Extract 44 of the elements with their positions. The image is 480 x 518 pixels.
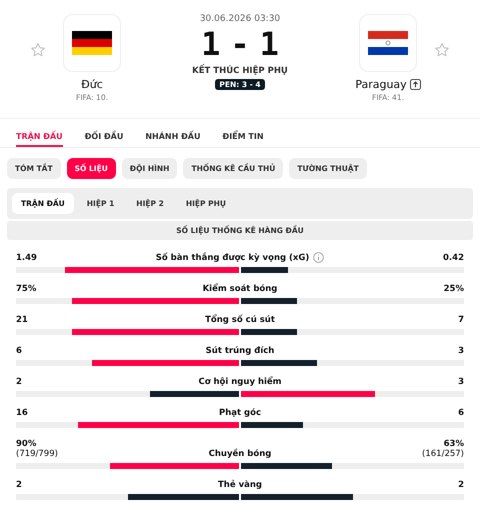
- stat-name: Chuyền bóng: [208, 449, 272, 459]
- stat-name: Thẻ vàng: [218, 480, 262, 490]
- stat-name: Phạt góc: [218, 408, 261, 418]
- tab[interactable]: ĐỐI ĐẦU: [84, 119, 124, 147]
- stat-name: Kiểm soát bóng: [202, 284, 278, 294]
- home-detail: (719/799): [16, 449, 59, 459]
- away-value: 7: [458, 315, 464, 325]
- away-value: 6: [458, 408, 464, 418]
- team-name[interactable]: Paraguay: [355, 78, 407, 91]
- team-logo-card[interactable]: [63, 14, 121, 72]
- home-value: 75%: [16, 284, 38, 294]
- home-value: 2: [16, 480, 23, 490]
- match-datetime: 30.06.2026 03:30: [200, 14, 280, 24]
- away-value: 63%: [444, 439, 464, 449]
- star-icon[interactable]: [434, 42, 450, 58]
- flag-icon: [368, 31, 408, 55]
- score-separator: -: [230, 24, 250, 64]
- tab[interactable]: NHÁNH ĐẤU: [145, 119, 200, 147]
- home-value: 90%: [16, 439, 38, 449]
- flag-icon: [72, 31, 112, 55]
- away-value: 3: [458, 346, 464, 356]
- home-score: 1: [201, 24, 220, 64]
- away-score: 1: [260, 24, 279, 64]
- home-value: 2: [16, 377, 23, 387]
- away-value: 25%: [444, 284, 464, 294]
- home-value: 6: [16, 346, 23, 356]
- team-name[interactable]: Đức: [81, 78, 103, 91]
- star-icon[interactable]: [30, 42, 46, 58]
- away-value: 2: [458, 480, 464, 490]
- away-value: 3: [458, 377, 464, 387]
- stat-name: Số bàn thắng được kỳ vọng (xG): [156, 252, 310, 262]
- team-logo-card[interactable]: [359, 14, 417, 72]
- home-value: 21: [16, 315, 29, 325]
- match-status: KẾT THÚC HIỆP PHỤ: [192, 66, 288, 76]
- tab[interactable]: ĐIỂM TIN: [222, 119, 264, 147]
- stat-name: Sút trúng đích: [206, 346, 274, 356]
- home-value: 1.49: [16, 253, 38, 263]
- away-value: 0.42: [443, 253, 464, 263]
- tab[interactable]: TRẬN ĐẤU: [16, 119, 63, 147]
- stat-name: Cơ hội nguy hiểm: [198, 377, 282, 387]
- away-detail: (161/257): [422, 449, 464, 459]
- info-icon[interactable]: [313, 252, 324, 263]
- home-value: 16: [16, 408, 29, 418]
- stat-name: Tổng số cú sút: [205, 315, 275, 325]
